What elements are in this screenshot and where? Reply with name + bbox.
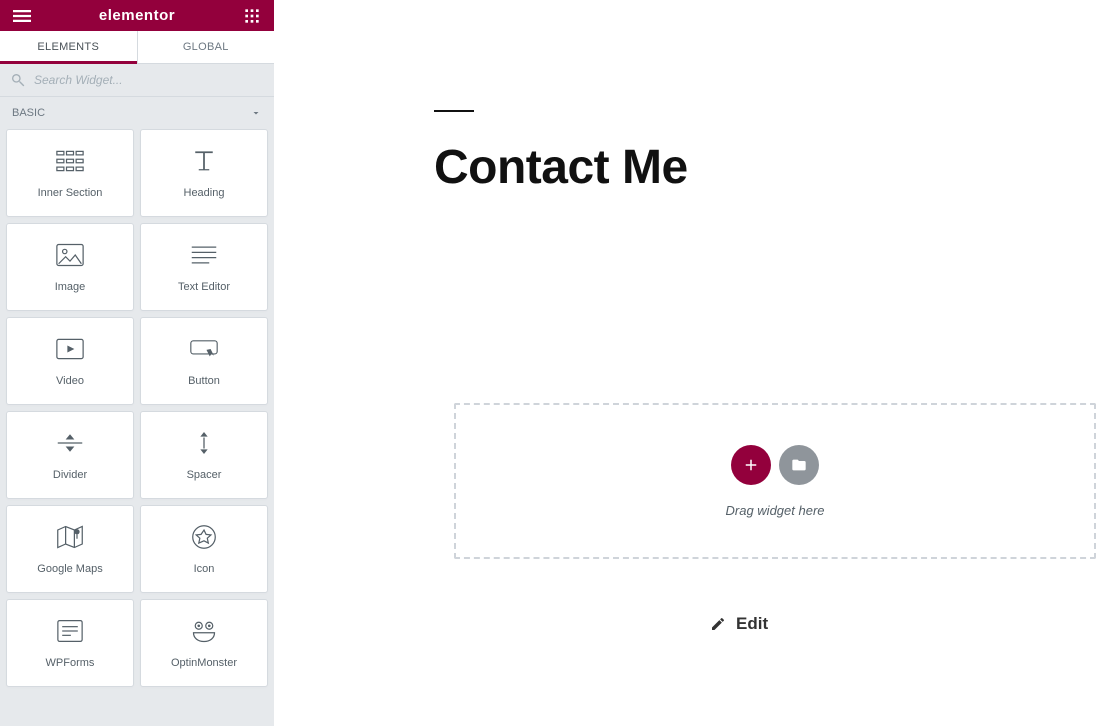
edit-label: Edit: [736, 614, 768, 634]
widget-video[interactable]: Video: [6, 317, 134, 405]
widget-label: Text Editor: [178, 281, 230, 293]
widget-inner-section[interactable]: Inner Section: [6, 129, 134, 217]
widget-label: Google Maps: [37, 563, 102, 575]
widget-button[interactable]: Button: [140, 317, 268, 405]
pencil-icon: [710, 616, 726, 632]
optinmonster-icon: [190, 617, 218, 645]
grid-icon: [244, 8, 260, 24]
decorative-rule: [434, 110, 474, 112]
search-row: [0, 64, 274, 97]
widget-text-editor[interactable]: Text Editor: [140, 223, 268, 311]
widget-label: Inner Section: [38, 187, 103, 199]
widget-image[interactable]: Image: [6, 223, 134, 311]
widget-label: Icon: [194, 563, 215, 575]
image-icon: [56, 241, 84, 269]
widgets-grid: Inner Section Heading Image Text Editor Vide…: [6, 129, 268, 687]
widget-label: Image: [55, 281, 86, 293]
template-library-button[interactable]: [779, 445, 819, 485]
category-basic-header[interactable]: BASIC: [0, 97, 274, 129]
folder-icon: [791, 457, 807, 473]
widget-label: Button: [188, 375, 220, 387]
heading-icon: [190, 147, 218, 175]
button-icon: [190, 335, 218, 363]
widget-heading[interactable]: Heading: [140, 129, 268, 217]
inner-section-icon: [56, 147, 84, 175]
icon-icon: [190, 523, 218, 551]
apps-button[interactable]: [240, 4, 264, 28]
search-input[interactable]: [34, 73, 264, 87]
category-basic-label: BASIC: [12, 107, 45, 119]
menu-button[interactable]: [10, 4, 34, 28]
edit-section-handle[interactable]: Edit: [710, 614, 768, 634]
elementor-panel: elementor ELEMENTS GLOBAL BASIC Inner Se…: [0, 0, 274, 726]
drop-zone[interactable]: Drag widget here: [454, 403, 1096, 559]
widget-wpforms[interactable]: WPForms: [6, 599, 134, 687]
drop-zone-hint: Drag widget here: [726, 503, 825, 518]
panel-tabs: ELEMENTS GLOBAL: [0, 31, 274, 64]
drop-zone-buttons: [731, 445, 819, 485]
widget-label: Heading: [184, 187, 225, 199]
brand-title: elementor: [99, 7, 175, 24]
widget-label: Video: [56, 375, 84, 387]
google-maps-icon: [56, 523, 84, 551]
chevron-down-icon: [250, 107, 262, 119]
plus-icon: [742, 456, 760, 474]
widget-label: Divider: [53, 469, 87, 481]
wpforms-icon: [56, 617, 84, 645]
widgets-scroll[interactable]: Inner Section Heading Image Text Editor Vide…: [0, 129, 274, 726]
text-editor-icon: [190, 241, 218, 269]
add-section-button[interactable]: [731, 445, 771, 485]
widget-label: OptinMonster: [171, 657, 237, 669]
widget-label: WPForms: [46, 657, 95, 669]
tab-global[interactable]: GLOBAL: [137, 31, 275, 63]
widget-optinmonster[interactable]: OptinMonster: [140, 599, 268, 687]
widget-icon[interactable]: Icon: [140, 505, 268, 593]
search-icon: [10, 72, 26, 88]
page-heading-section[interactable]: Contact Me: [274, 0, 1116, 235]
panel-header: elementor: [0, 0, 274, 31]
divider-icon: [56, 429, 84, 457]
tab-elements[interactable]: ELEMENTS: [0, 31, 137, 63]
widget-label: Spacer: [187, 469, 222, 481]
widget-google-maps[interactable]: Google Maps: [6, 505, 134, 593]
widget-divider[interactable]: Divider: [6, 411, 134, 499]
widget-spacer[interactable]: Spacer: [140, 411, 268, 499]
spacer-icon: [190, 429, 218, 457]
video-icon: [56, 335, 84, 363]
hamburger-icon: [13, 7, 31, 25]
editor-canvas: Contact Me Drag widget here Edit: [274, 0, 1116, 726]
page-title: Contact Me: [434, 140, 1096, 195]
